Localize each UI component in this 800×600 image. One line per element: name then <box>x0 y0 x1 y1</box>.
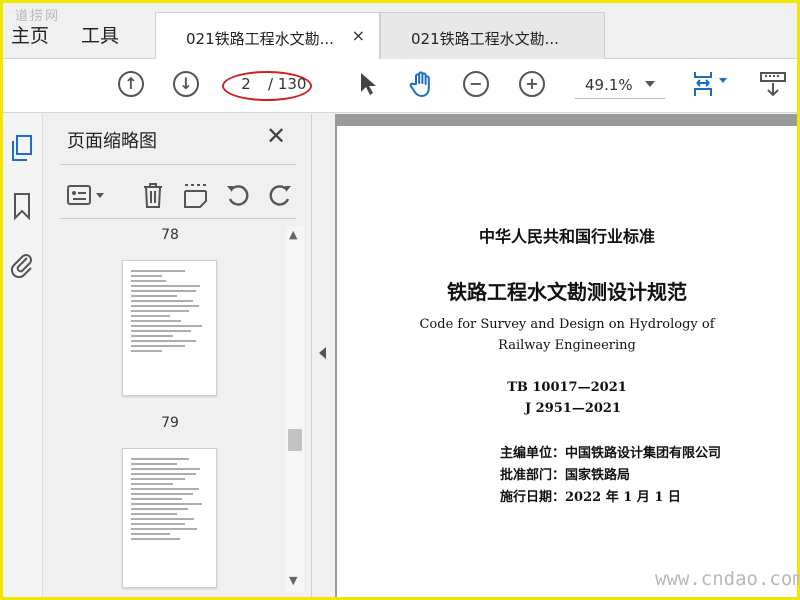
tab-bar: 道捞网 主页 工具 021铁路工程水文勘... × 021铁路工程水文勘... <box>3 3 797 61</box>
attachments-button[interactable] <box>9 250 35 278</box>
rotate-counterclockwise-button[interactable] <box>223 180 253 210</box>
next-page-button[interactable]: ↓ <box>171 69 201 99</box>
toolbar: ↑ ↓ 2 / 130 − + 49.1% <box>3 59 797 113</box>
thumbnail-list[interactable]: 78 79 <box>60 222 286 592</box>
zoom-in-button[interactable]: + <box>517 69 547 99</box>
hand-tool-button[interactable] <box>407 69 437 99</box>
tab-home[interactable]: 主页 <box>11 21 49 48</box>
chevron-down-icon <box>645 81 655 87</box>
zoom-select[interactable]: 49.1% <box>575 73 665 99</box>
bookmarks-button[interactable] <box>9 192 35 220</box>
page-total: / 130 <box>268 75 307 93</box>
select-tool-button[interactable] <box>353 69 383 99</box>
options-menu-icon <box>67 185 104 205</box>
minus-icon: − <box>463 71 489 97</box>
pane-title: 页面缩略图 <box>67 131 157 152</box>
thumbnail-page-80[interactable] <box>122 448 217 588</box>
page-thumbnails-icon <box>12 135 32 161</box>
fit-page-button[interactable] <box>689 69 733 99</box>
fit-width-icon <box>694 72 727 96</box>
document-view[interactable]: 中华人民共和国行业标准 铁路工程水文勘测设计规范 Code for Survey… <box>335 114 797 597</box>
scroll-down-icon <box>760 72 786 97</box>
hand-icon <box>409 71 430 97</box>
thumbnail-label: 79 <box>161 415 179 431</box>
zoom-out-button[interactable]: − <box>461 69 491 99</box>
divider <box>60 218 296 219</box>
insert-page-icon <box>184 184 207 208</box>
tab-close-icon[interactable]: × <box>352 26 365 45</box>
thumbnail-options-button[interactable] <box>66 180 108 210</box>
page-thumbnails-button[interactable] <box>9 134 35 162</box>
document-page: 中华人民共和国行业标准 铁路工程水文勘测设计规范 Code for Survey… <box>337 126 797 597</box>
navigation-rail <box>3 114 43 597</box>
bookmark-icon <box>14 193 30 220</box>
document-english-title-2: Railway Engineering <box>498 338 636 353</box>
cursor-arrow-icon <box>361 73 376 95</box>
attachment-icon <box>10 254 32 278</box>
scrollbar-thumb[interactable] <box>288 429 302 451</box>
zoom-value: 49.1% <box>585 76 633 94</box>
document-heading: 中华人民共和国行业标准 <box>478 227 655 246</box>
arrow-up-icon: ↑ <box>118 71 144 97</box>
thumbnail-toolbar <box>60 170 296 218</box>
thumbnail-label: 78 <box>161 227 179 243</box>
page-number-input[interactable]: 2 <box>231 75 261 93</box>
approving-department: 批准部门：国家铁路局 <box>500 468 631 483</box>
rotate-cw-icon <box>269 185 291 206</box>
scroll-down-icon[interactable]: ▼ <box>289 574 297 587</box>
tab-document-title: 021铁路工程水文勘... <box>186 30 334 48</box>
collapse-pane-icon[interactable] <box>319 347 326 359</box>
scroll-up-icon[interactable]: ▲ <box>289 228 297 241</box>
scroll-mode-button[interactable] <box>758 69 788 99</box>
thumbnail-page-79[interactable] <box>122 260 217 396</box>
tab-document-inactive[interactable]: 021铁路工程水文勘... <box>380 12 605 60</box>
thumbnails-pane: 页面缩略图 ✕ 78 79 ▲ ▼ <box>44 114 312 597</box>
rotate-ccw-icon <box>227 185 249 206</box>
plus-icon: + <box>519 71 545 97</box>
document-english-title: Code for Survey and Design on Hydrology … <box>419 317 715 332</box>
arrow-down-icon: ↓ <box>173 71 199 97</box>
watermark-bottom: www.cndao.com <box>655 568 800 590</box>
thumbnail-scrollbar[interactable]: ▲ ▼ <box>286 226 304 592</box>
standard-code: TB 10017—2021 <box>507 380 627 395</box>
previous-page-button[interactable]: ↑ <box>116 69 146 99</box>
record-code: J 2951—2021 <box>524 401 622 416</box>
close-icon[interactable]: ✕ <box>266 122 286 150</box>
trash-icon <box>144 183 162 208</box>
tab-tools[interactable]: 工具 <box>81 21 119 48</box>
insert-page-button[interactable] <box>180 180 210 210</box>
tab-document-active[interactable]: 021铁路工程水文勘... × <box>155 12 380 61</box>
divider <box>60 164 296 165</box>
effective-date: 施行日期：2022 年 1 月 1 日 <box>500 490 681 505</box>
rotate-clockwise-button[interactable] <box>265 180 295 210</box>
tab-document-title: 021铁路工程水文勘... <box>411 30 559 48</box>
document-title: 铁路工程水文勘测设计规范 <box>447 280 687 304</box>
editor-unit: 主编单位：中国铁路设计集团有限公司 <box>500 446 722 461</box>
pane-splitter[interactable] <box>313 114 335 597</box>
delete-page-button[interactable] <box>138 180 168 210</box>
